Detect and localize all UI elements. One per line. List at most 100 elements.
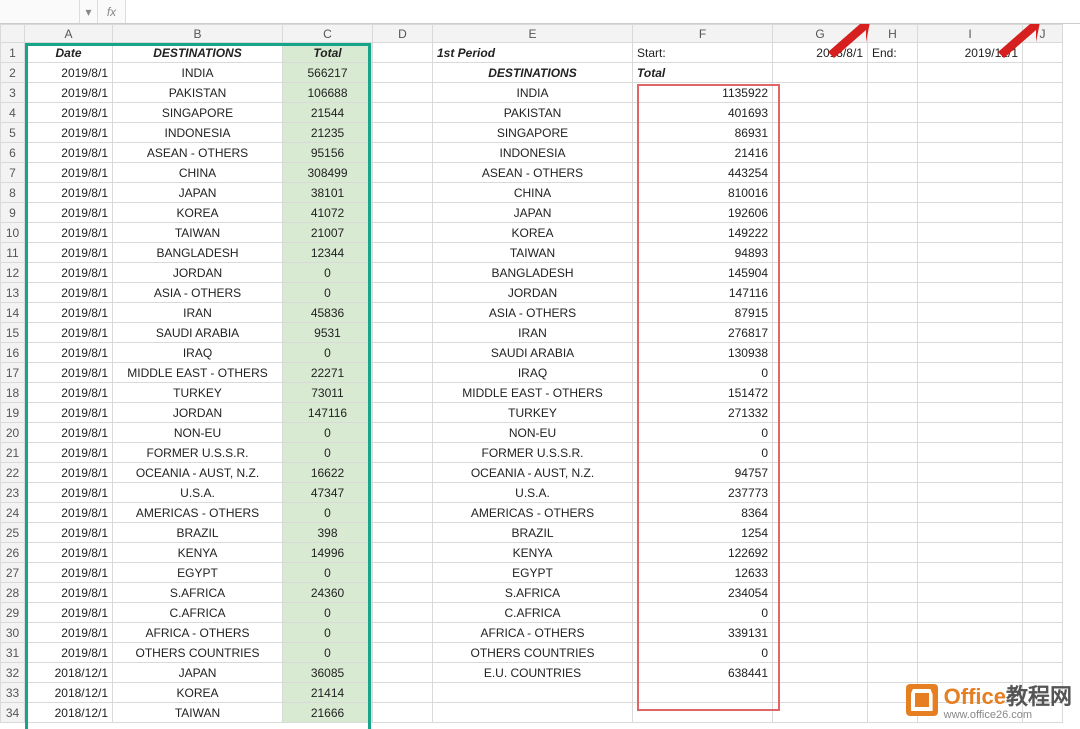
col-header[interactable]: I [918, 25, 1023, 43]
cell[interactable] [868, 463, 918, 483]
cell[interactable]: INDONESIA [433, 143, 633, 163]
cell[interactable] [773, 683, 868, 703]
cell[interactable] [918, 163, 1023, 183]
cell[interactable]: 2019/8/1 [25, 583, 113, 603]
cell[interactable] [918, 303, 1023, 323]
row-header[interactable]: 30 [1, 623, 25, 643]
cell[interactable]: FORMER U.S.S.R. [113, 443, 283, 463]
cell[interactable]: PAKISTAN [433, 103, 633, 123]
cell[interactable] [1023, 123, 1063, 143]
cell[interactable]: 2019/8/1 [25, 343, 113, 363]
cell[interactable]: 0 [283, 603, 373, 623]
cell[interactable]: 2019/8/1 [25, 543, 113, 563]
cell[interactable]: 276817 [633, 323, 773, 343]
cell[interactable]: 149222 [633, 223, 773, 243]
cell[interactable]: 0 [283, 283, 373, 303]
cell[interactable]: 2018/12/1 [25, 663, 113, 683]
cell[interactable]: OTHERS COUNTRIES [113, 643, 283, 663]
cell[interactable]: 2019/8/1 [25, 223, 113, 243]
cell[interactable]: BRAZIL [433, 523, 633, 543]
cell[interactable]: SAUDI ARABIA [433, 343, 633, 363]
cell[interactable]: 21416 [633, 143, 773, 163]
cell[interactable] [773, 303, 868, 323]
cell[interactable]: JAPAN [113, 183, 283, 203]
cell[interactable] [918, 183, 1023, 203]
cell[interactable]: 2019/8/1 [25, 483, 113, 503]
cell[interactable] [373, 183, 433, 203]
cell[interactable]: EGYPT [433, 563, 633, 583]
row-header[interactable]: 6 [1, 143, 25, 163]
row-header[interactable]: 13 [1, 283, 25, 303]
cell[interactable] [918, 343, 1023, 363]
cell[interactable]: 2018/8/1 [773, 43, 868, 63]
cell[interactable] [373, 703, 433, 723]
cell[interactable] [1023, 643, 1063, 663]
cell[interactable]: 147116 [633, 283, 773, 303]
cell[interactable] [373, 203, 433, 223]
cell[interactable]: C.AFRICA [113, 603, 283, 623]
cell[interactable] [1023, 63, 1063, 83]
cell[interactable]: OCEANIA - AUST, N.Z. [113, 463, 283, 483]
cell[interactable] [1023, 183, 1063, 203]
cell[interactable] [773, 143, 868, 163]
cell[interactable]: 24360 [283, 583, 373, 603]
cell[interactable]: 2019/8/1 [25, 403, 113, 423]
cell[interactable]: 0 [283, 623, 373, 643]
cell[interactable]: 2019/8/1 [25, 203, 113, 223]
cell[interactable]: Date [25, 43, 113, 63]
cell[interactable]: NON-EU [113, 423, 283, 443]
cell[interactable] [373, 63, 433, 83]
cell[interactable] [918, 83, 1023, 103]
cell[interactable]: 2019/8/1 [25, 563, 113, 583]
row-header[interactable]: 3 [1, 83, 25, 103]
cell[interactable] [918, 243, 1023, 263]
cell[interactable]: 0 [633, 363, 773, 383]
row-header[interactable]: 32 [1, 663, 25, 683]
cell[interactable] [1023, 403, 1063, 423]
cell[interactable] [868, 403, 918, 423]
cell[interactable]: 14996 [283, 543, 373, 563]
cell[interactable] [373, 603, 433, 623]
cell[interactable]: SINGAPORE [433, 123, 633, 143]
cell[interactable] [373, 283, 433, 303]
cell[interactable]: EGYPT [113, 563, 283, 583]
row-header[interactable]: 2 [1, 63, 25, 83]
cell[interactable] [918, 643, 1023, 663]
cell[interactable]: 0 [283, 263, 373, 283]
cell[interactable]: 86931 [633, 123, 773, 143]
cell[interactable] [773, 703, 868, 723]
cell[interactable]: KOREA [113, 203, 283, 223]
row-header[interactable]: 8 [1, 183, 25, 203]
row-header[interactable]: 25 [1, 523, 25, 543]
cell[interactable]: 2019/8/1 [25, 463, 113, 483]
cell[interactable]: AFRICA - OTHERS [433, 623, 633, 643]
cell[interactable]: 36085 [283, 663, 373, 683]
cell[interactable]: 2019/12/1 [918, 43, 1023, 63]
cell[interactable]: 2019/8/1 [25, 123, 113, 143]
cell[interactable] [868, 643, 918, 663]
cell[interactable] [1023, 263, 1063, 283]
cell[interactable]: 339131 [633, 623, 773, 643]
cell[interactable] [1023, 523, 1063, 543]
cell[interactable] [868, 83, 918, 103]
cell[interactable]: 2019/8/1 [25, 423, 113, 443]
cell[interactable] [373, 683, 433, 703]
cell[interactable] [918, 483, 1023, 503]
cell[interactable] [373, 523, 433, 543]
cell[interactable] [868, 323, 918, 343]
cell[interactable] [373, 163, 433, 183]
cell[interactable] [1023, 503, 1063, 523]
cell[interactable] [633, 683, 773, 703]
cell[interactable] [868, 443, 918, 463]
col-header[interactable]: J [1023, 25, 1063, 43]
cell[interactable]: 2019/8/1 [25, 303, 113, 323]
col-header[interactable]: F [633, 25, 773, 43]
cell[interactable] [918, 223, 1023, 243]
cell[interactable] [1023, 143, 1063, 163]
cell[interactable] [918, 523, 1023, 543]
cell[interactable]: JAPAN [433, 203, 633, 223]
cell[interactable] [773, 623, 868, 643]
cell[interactable]: E.U. COUNTRIES [433, 663, 633, 683]
cell[interactable] [868, 223, 918, 243]
cell[interactable]: 2019/8/1 [25, 143, 113, 163]
